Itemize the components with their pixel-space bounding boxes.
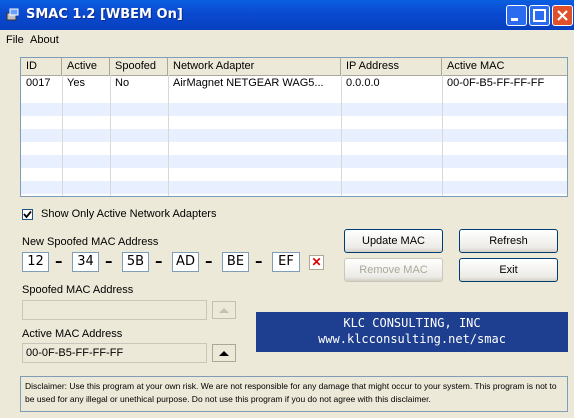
column-gridline — [442, 75, 443, 196]
klc-banner[interactable]: KLC CONSULTING, INC www.klcconsulting.ne… — [256, 312, 568, 352]
menu-file[interactable]: File — [6, 34, 24, 46]
maximize-button[interactable] — [529, 5, 550, 26]
spoofed-mac-field — [22, 300, 207, 320]
menu-about[interactable]: About — [30, 34, 59, 46]
minimize-button[interactable] — [506, 5, 527, 26]
empty-row — [21, 103, 567, 116]
disclaimer-text: Disclaimer: Use this program at your own… — [20, 376, 568, 412]
cell-active-mac: 00-0F-B5-FF-FF-FF — [447, 77, 545, 89]
exit-button[interactable]: Exit — [459, 258, 558, 282]
remove-mac-button[interactable]: Remove MAC — [344, 258, 443, 282]
banner-url[interactable]: www.klcconsulting.net/smac — [256, 332, 568, 346]
spoofed-mac-up-button[interactable] — [212, 301, 236, 319]
new-mac-label: New Spoofed MAC Address — [22, 236, 159, 248]
mac-octet-2-input[interactable]: 34 — [72, 252, 99, 272]
mac-octet-6-input[interactable]: EF — [272, 252, 300, 272]
cell-network-adapter: AirMagnet NETGEAR WAG5... — [173, 77, 324, 89]
mac-octet-3-input[interactable]: 5B — [122, 252, 149, 272]
column-header-active-mac[interactable]: Active MAC — [442, 58, 567, 75]
cell-id: 0017 — [26, 77, 51, 89]
active-mac-up-button[interactable] — [212, 344, 236, 362]
maximize-icon — [533, 9, 546, 22]
checkmark-icon — [23, 210, 32, 219]
mac-octet-1-input[interactable]: 12 — [22, 252, 49, 272]
mac-separator: – — [205, 252, 213, 270]
active-mac-label: Active MAC Address — [22, 328, 123, 340]
active-mac-field: 00-0F-B5-FF-FF-FF — [22, 343, 207, 363]
refresh-button[interactable]: Refresh — [459, 229, 558, 253]
column-header-id[interactable]: ID — [21, 58, 62, 75]
cell-spoofed: No — [115, 77, 130, 89]
column-header-network-adapter[interactable]: Network Adapter — [168, 58, 341, 75]
up-arrow-icon — [219, 351, 229, 356]
checkbox-label: Show Only Active Network Adapters — [41, 208, 217, 220]
app-icon — [6, 8, 19, 21]
spoofed-mac-label: Spoofed MAC Address — [22, 284, 134, 296]
empty-row — [21, 129, 567, 142]
close-icon — [557, 10, 568, 21]
column-gridline — [62, 75, 63, 196]
mac-separator: – — [155, 252, 163, 270]
window-title: SMAC 1.2 [WBEM On] — [26, 7, 183, 22]
table-header: ID Active Spoofed Network Adapter IP Add… — [21, 58, 567, 76]
empty-row — [21, 155, 567, 168]
cell-ip-address: 0.0.0.0 — [346, 77, 380, 89]
minimize-icon — [511, 18, 518, 21]
column-gridline — [168, 75, 169, 196]
clear-x-icon: ✕ — [311, 255, 322, 269]
mac-separator: – — [55, 252, 63, 270]
mac-octet-4-input[interactable]: AD — [172, 252, 199, 272]
column-header-ip-address[interactable]: IP Address — [341, 58, 442, 75]
column-gridline — [341, 75, 342, 196]
checkbox-box[interactable] — [22, 209, 33, 220]
adapters-table[interactable]: ID Active Spoofed Network Adapter IP Add… — [20, 57, 568, 197]
menu-bar: File About — [0, 30, 574, 52]
title-bar[interactable]: SMAC 1.2 [WBEM On] — [0, 0, 574, 30]
table-row[interactable]: 0017 Yes No AirMagnet NETGEAR WAG5... 0.… — [21, 77, 567, 90]
column-header-active[interactable]: Active — [62, 58, 110, 75]
empty-row — [21, 181, 567, 194]
clear-mac-button[interactable]: ✕ — [309, 255, 324, 270]
mac-separator: – — [255, 252, 263, 270]
banner-company: KLC CONSULTING, INC — [343, 316, 481, 330]
column-gridline — [110, 75, 111, 196]
mac-octet-5-input[interactable]: BE — [222, 252, 249, 272]
close-button[interactable] — [552, 5, 573, 26]
mac-separator: – — [105, 252, 113, 270]
up-arrow-icon — [219, 308, 229, 313]
update-mac-button[interactable]: Update MAC — [344, 229, 443, 253]
column-header-spoofed[interactable]: Spoofed — [110, 58, 168, 75]
cell-active: Yes — [67, 77, 85, 89]
